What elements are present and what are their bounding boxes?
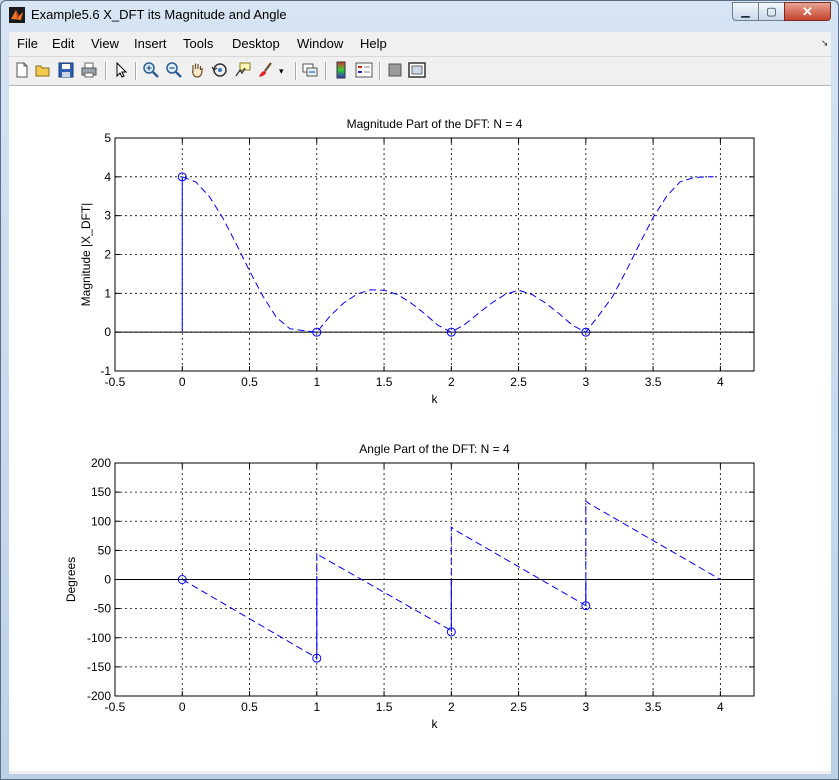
brush-icon[interactable]: [257, 61, 275, 79]
rotate-3d-icon[interactable]: [211, 61, 229, 79]
menu-view[interactable]: View: [91, 36, 119, 51]
menu-help[interactable]: Help: [360, 36, 387, 51]
menu-bar: File Edit View Insert Tools Desktop Wind…: [9, 32, 831, 57]
menu-desktop[interactable]: Desktop: [232, 36, 280, 51]
chart1-x-tick-label: 3: [582, 375, 589, 389]
legend-icon[interactable]: [355, 61, 373, 79]
colorbar-icon[interactable]: [332, 61, 350, 79]
chart2-y-tick-label: 200: [91, 456, 111, 470]
chart1-x-tick-label: 3.5: [645, 375, 662, 389]
chart1-y-tick-label: 3: [104, 209, 111, 223]
chart2-y-axis-label: Degrees: [64, 557, 78, 602]
chart2-x-tick-label: 3: [582, 700, 589, 714]
chart1-y-tick-label: 1: [104, 286, 111, 300]
chart1-x-tick-label: 2: [448, 375, 455, 389]
print-icon[interactable]: [80, 61, 98, 79]
toolbar-separator: [105, 62, 107, 80]
figure-toolbar: ▾: [9, 57, 831, 86]
chart2-y-tick-label: 0: [104, 573, 111, 587]
open-file-icon[interactable]: [34, 61, 52, 79]
show-plot-tools-icon[interactable]: [408, 61, 426, 79]
chart1-x-axis-label: k: [432, 392, 439, 406]
save-icon[interactable]: [57, 61, 75, 79]
menu-edit[interactable]: Edit: [52, 36, 74, 51]
data-cursor-icon[interactable]: [234, 61, 252, 79]
chart2-x-tick-label: 2: [448, 700, 455, 714]
close-button[interactable]: ✕: [784, 2, 831, 21]
menu-window[interactable]: Window: [297, 36, 343, 51]
chart1-y-tick-label: -1: [100, 364, 111, 378]
toolbar-separator: [325, 62, 327, 80]
chart2-x-tick-label: 0: [179, 700, 186, 714]
chart1-x-tick-label: 0.5: [241, 375, 258, 389]
chart2-y-tick-label: -100: [87, 631, 111, 645]
window-title: Example5.6 X_DFT its Magnitude and Angle: [31, 7, 287, 22]
toolbar-separator: [295, 62, 297, 80]
chart1-y-tick-label: 4: [104, 170, 111, 184]
chart1-x-tick-label: 4: [717, 375, 724, 389]
window-bottom-border: [9, 771, 831, 774]
maximize-button[interactable]: ▢: [758, 2, 785, 21]
figure-canvas: -0.5 0 0.5 1 1.5 2 2.5 3 3.5 4 -1 0 1 2 3 4 5 Magnitude P…: [9, 86, 831, 771]
zoom-out-icon[interactable]: [165, 61, 183, 79]
chart2-y-tick-label: 100: [91, 514, 111, 528]
chart2-y-tick-label: -150: [87, 660, 111, 674]
chart1-y-tick-label: 2: [104, 248, 111, 262]
chart1-title: Magnitude Part of the DFT: N = 4: [347, 117, 523, 131]
chart2-title: Angle Part of the DFT: N = 4: [359, 442, 510, 456]
toolbar-separator: [379, 62, 381, 80]
chart1-y-tick-label: 5: [104, 131, 111, 145]
edit-plot-arrow-icon[interactable]: [112, 61, 130, 79]
chart2-y-tick-label: 50: [98, 543, 112, 557]
pan-hand-icon[interactable]: [188, 61, 206, 79]
chart2-x-tick-label: 2.5: [510, 700, 527, 714]
title-bar[interactable]: Example5.6 X_DFT its Magnitude and Angle…: [1, 1, 838, 31]
chart2-y-tick-label: -200: [87, 689, 111, 703]
plot-area: -0.5 0 0.5 1 1.5 2 2.5 3 3.5 4-1012345Magnitude P…: [64, 117, 755, 731]
hide-plot-tools-icon[interactable]: [386, 61, 404, 79]
chart1-x-tick-label: 2.5: [510, 375, 527, 389]
chart1-y-axis-label: Magnitude |X_DFT|: [79, 203, 93, 307]
chart2-x-tick-label: 4: [717, 700, 724, 714]
toolbar-separator: [135, 62, 137, 80]
link-plot-icon[interactable]: [301, 61, 319, 79]
chart2-x-axis-label: k: [432, 717, 439, 731]
chart1-x-tick-label: 0: [179, 375, 186, 389]
matlab-icon: [9, 7, 25, 23]
chart2-y-tick-label: 150: [91, 485, 111, 499]
menu-tools[interactable]: Tools: [183, 36, 213, 51]
figure-window: Example5.6 X_DFT its Magnitude and Angle…: [0, 0, 839, 780]
minimize-button[interactable]: ▁: [732, 2, 759, 21]
chart1-x-tick-label: 1: [313, 375, 320, 389]
chart1-x-tick-label: 1.5: [376, 375, 393, 389]
chart2-y-tick-label: -50: [94, 602, 112, 616]
chart2-x-tick-label: 1.5: [376, 700, 393, 714]
chart2-x-tick-label: 3.5: [645, 700, 662, 714]
chart1-y-tick-label: 0: [104, 325, 111, 339]
menu-file[interactable]: File: [17, 36, 38, 51]
menubar-dock-arrow-icon[interactable]: ➘: [821, 38, 829, 49]
zoom-in-icon[interactable]: [142, 61, 160, 79]
new-figure-icon[interactable]: [13, 61, 31, 79]
menu-insert[interactable]: Insert: [134, 36, 167, 51]
chart2-x-tick-label: 1: [313, 700, 320, 714]
chart2-x-tick-label: 0.5: [241, 700, 258, 714]
